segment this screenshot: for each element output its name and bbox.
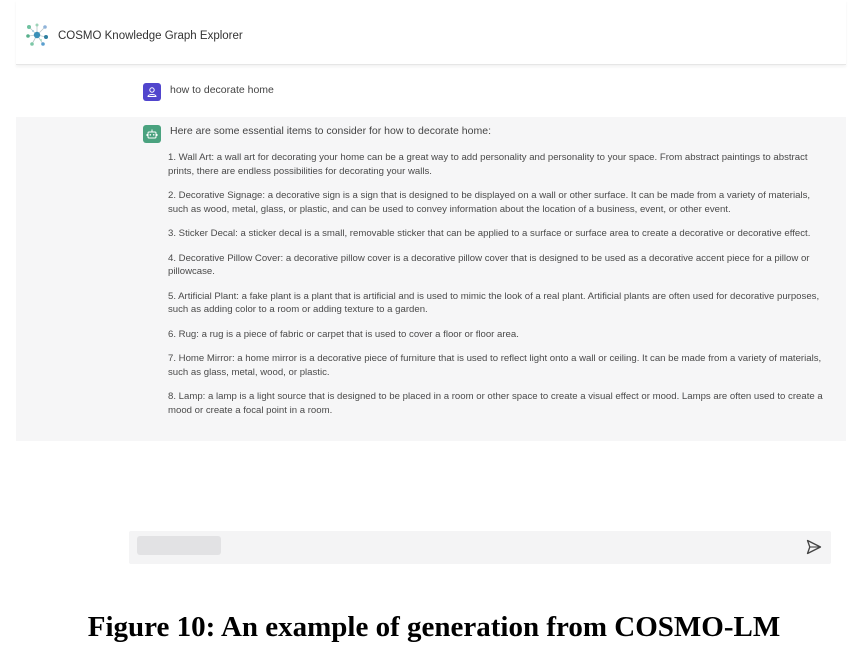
list-item: 4. Decorative Pillow Cover: a decorative… — [168, 252, 810, 278]
message-composer — [129, 531, 831, 564]
app-window: COSMO Knowledge Graph Explorer how to de… — [16, 0, 846, 580]
list-item: 6. Rug: a rug is a piece of fabric or ca… — [168, 328, 519, 340]
list-item: 1. Wall Art: a wall art for decorating y… — [168, 152, 808, 177]
user-message: how to decorate home — [16, 74, 846, 112]
list-item: 8. Lamp: a lamp is a light source that i… — [168, 391, 823, 416]
assistant-intro: Here are some essential items to conside… — [170, 125, 491, 137]
bot-avatar — [143, 125, 161, 143]
list-item: 5. Artificial Plant: a fake plant is a p… — [168, 290, 820, 316]
app-title: COSMO Knowledge Graph Explorer — [58, 30, 243, 42]
robot-icon — [146, 129, 158, 139]
assistant-item-list: 1. Wall Art: a wall art for decorating y… — [168, 151, 832, 428]
list-item: 2. Decorative Signage: a decorative sign… — [168, 190, 811, 215]
user-icon — [147, 87, 157, 97]
user-avatar — [143, 83, 161, 101]
message-input[interactable] — [137, 536, 221, 555]
network-graph-icon — [26, 23, 48, 46]
header: COSMO Knowledge Graph Explorer — [16, 0, 846, 65]
figure-caption: Figure 10: An example of generation from… — [87, 611, 781, 643]
send-icon[interactable] — [805, 538, 823, 556]
assistant-message: Here are some essential items to conside… — [16, 117, 846, 441]
list-item: 3. Sticker Decal: a sticker decal is a s… — [168, 228, 811, 239]
list-item: 7. Home Mirror: a home mirror is a decor… — [168, 353, 822, 378]
user-message-text: how to decorate home — [170, 84, 274, 96]
